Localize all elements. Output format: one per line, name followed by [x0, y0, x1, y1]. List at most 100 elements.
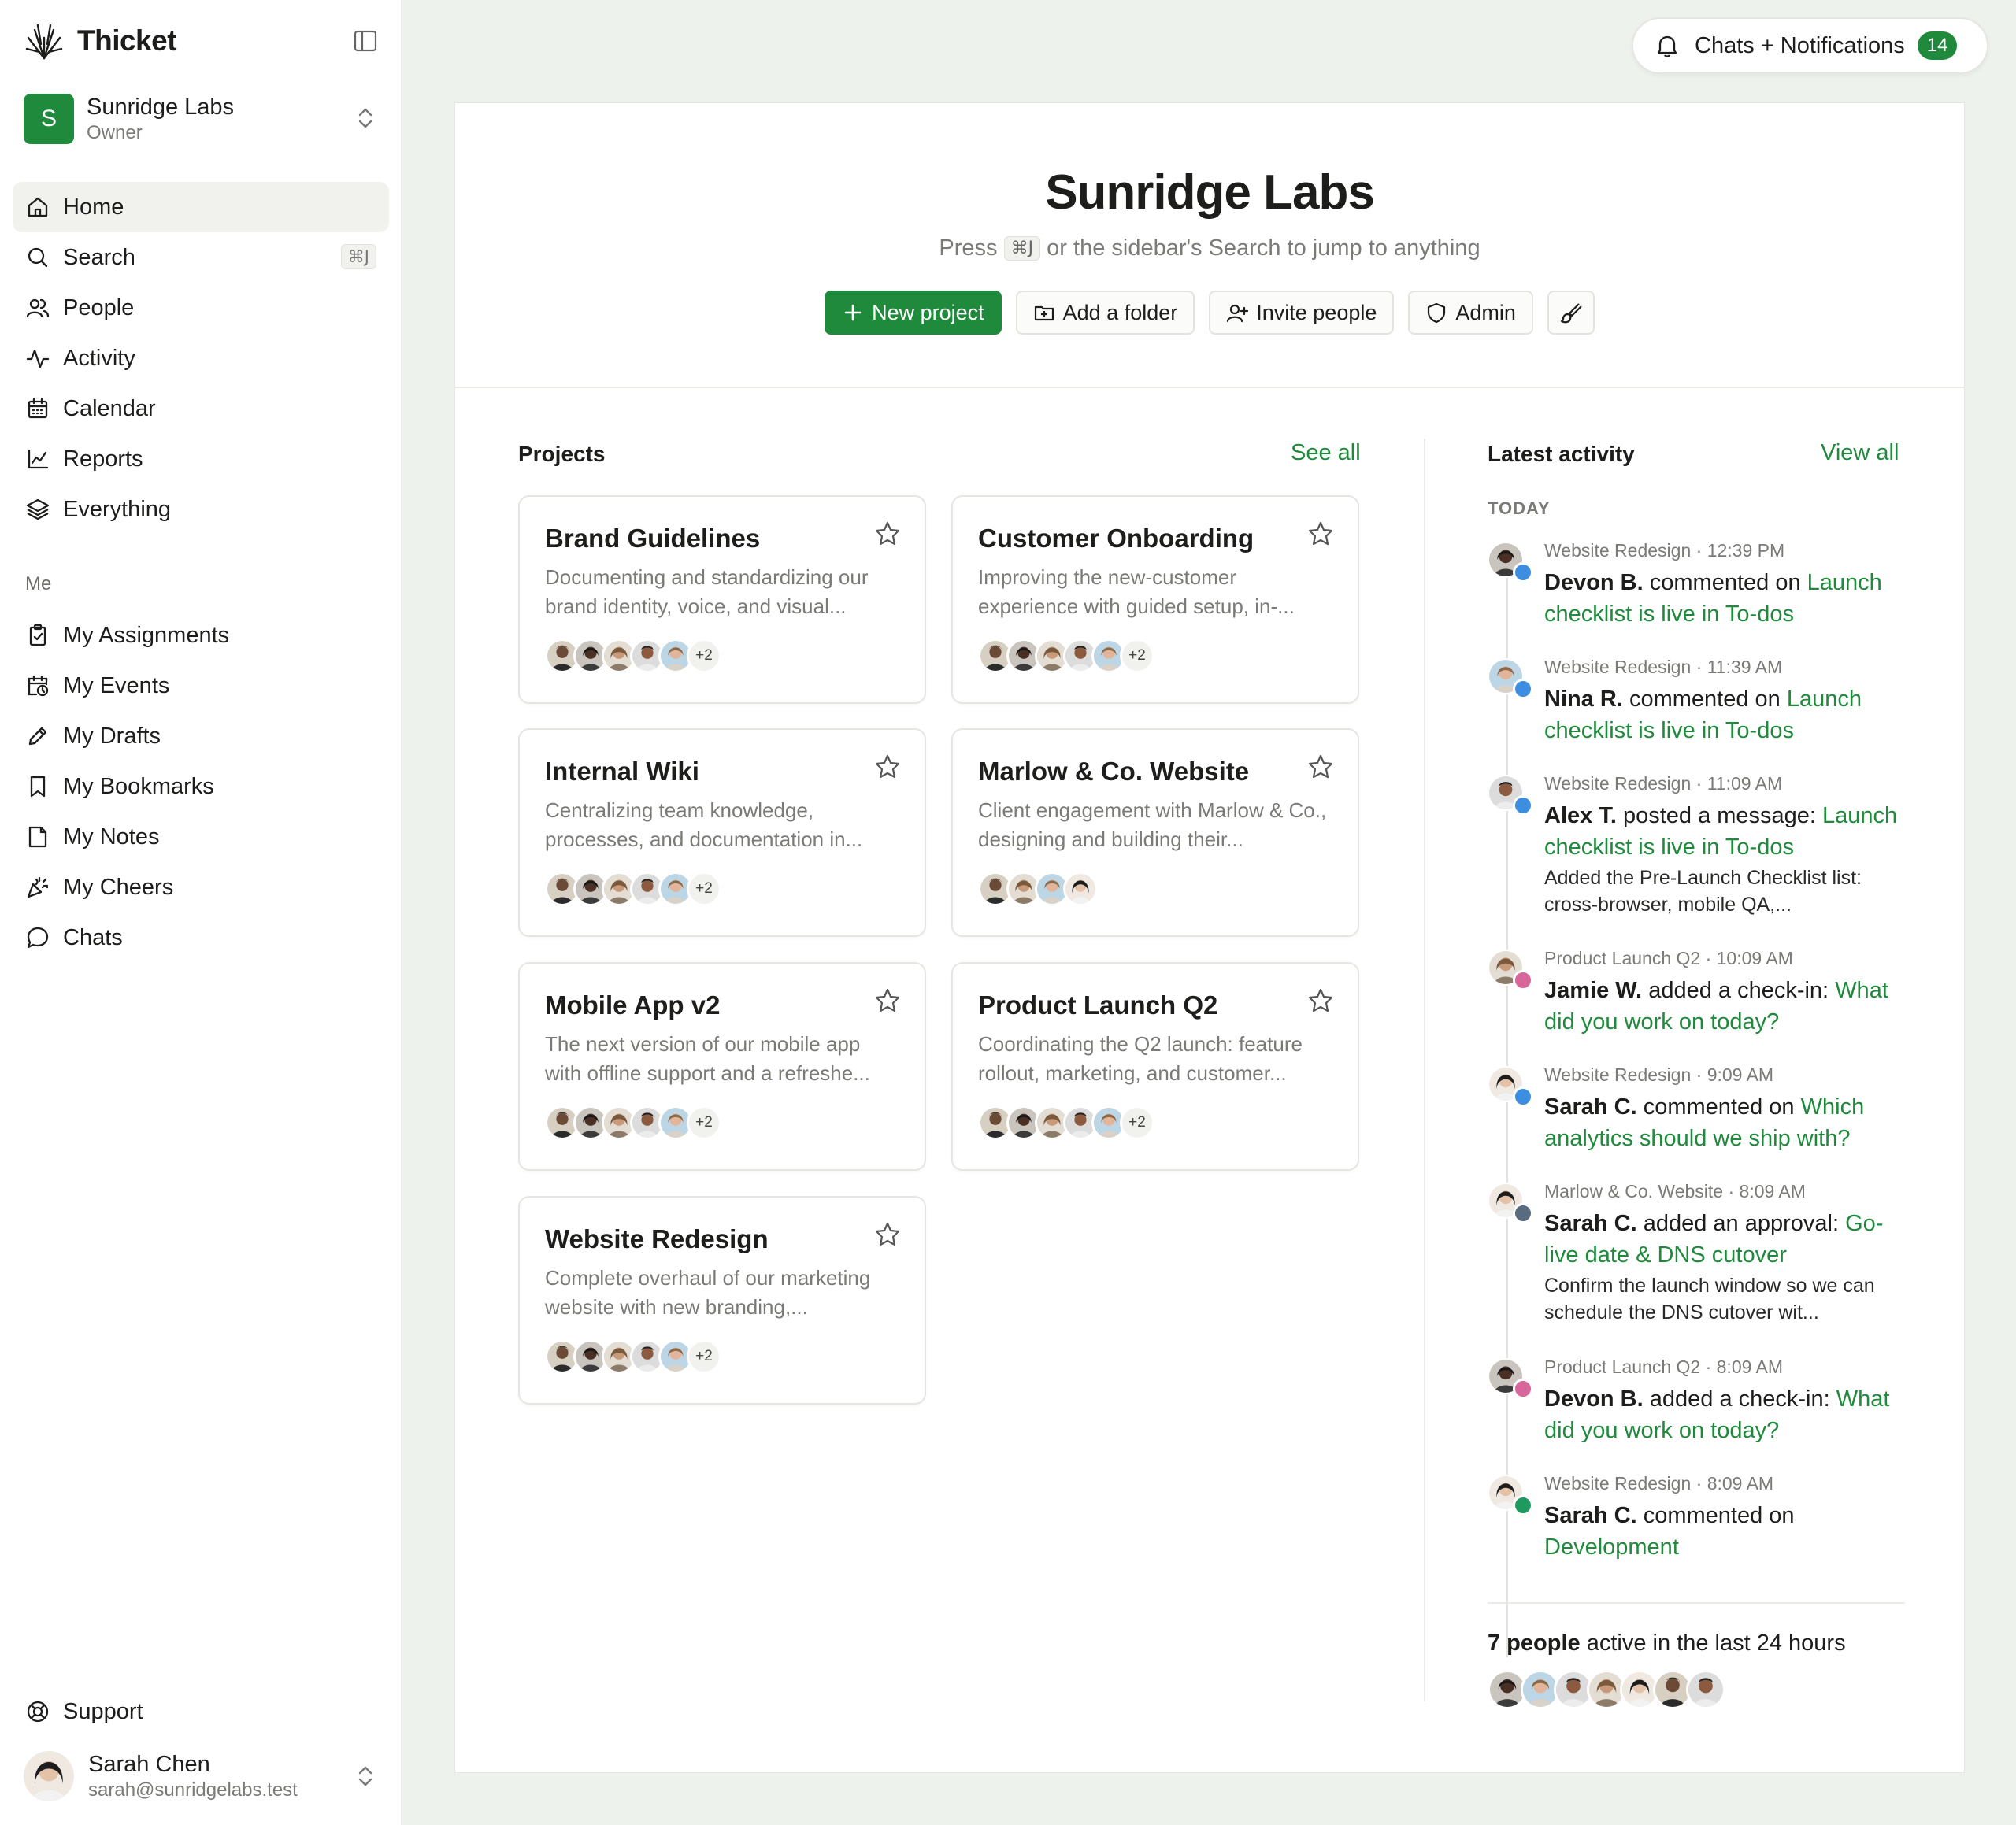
activity-project: Website Redesign: [1544, 1064, 1692, 1085]
checkin-badge-icon: [1513, 1379, 1533, 1399]
star-icon[interactable]: [874, 1221, 901, 1248]
activity-actor: Nina R.: [1544, 687, 1623, 712]
project-card-internal-wiki[interactable]: Internal Wiki Centralizing team knowledg…: [518, 728, 926, 937]
activity-actor: Jamie W.: [1544, 978, 1643, 1003]
add-folder-button[interactable]: Add a folder: [1015, 291, 1195, 335]
nav-search[interactable]: Search ⌘J: [13, 232, 389, 283]
activity-time: 11:09 AM: [1707, 773, 1783, 794]
activity-text: Alex T. posted a message: Launch checkli…: [1544, 800, 1914, 863]
activity-excerpt: Confirm the launch window so we can sche…: [1544, 1275, 1875, 1323]
activity-time: 11:39 AM: [1707, 657, 1783, 677]
calendar-clock-icon: [25, 673, 50, 698]
nav-support[interactable]: Support: [13, 1686, 389, 1737]
activity-target-link[interactable]: Development: [1544, 1534, 1679, 1560]
nav-label: My Drafts: [63, 723, 161, 749]
nav-activity[interactable]: Activity: [13, 333, 389, 383]
star-icon[interactable]: [874, 987, 901, 1014]
sidebar: Thicket S Sunridge Labs Owner Home Searc…: [0, 0, 402, 1825]
activity-title: Latest activity: [1488, 442, 1635, 466]
activity-text: Nina R. commented on Launch checklist is…: [1544, 683, 1914, 746]
nav-my-notes[interactable]: My Notes: [13, 812, 389, 862]
nav-reports[interactable]: Reports: [13, 434, 389, 484]
view-all-activity-link[interactable]: View all: [1821, 440, 1899, 466]
activity-time: 9:09 AM: [1707, 1064, 1774, 1085]
project-description: Client engagement with Marlow & Co., des…: [978, 798, 1327, 851]
star-icon[interactable]: [874, 753, 901, 780]
member-avatars: +2: [545, 872, 721, 906]
shortcut-badge: ⌘J: [1003, 236, 1041, 261]
member-avatars: [978, 872, 1098, 906]
bookmark-icon: [25, 774, 50, 799]
main-panel: Sunridge Labs Press ⌘J or the sidebar's …: [454, 102, 1965, 1773]
search-icon: [25, 245, 50, 270]
nav-label: People: [63, 294, 135, 320]
comment-badge-icon: [1513, 562, 1533, 583]
comment-badge-icon: [1513, 1086, 1533, 1107]
nav-my-assignments[interactable]: My Assignments: [13, 610, 389, 661]
customize-button[interactable]: [1547, 291, 1595, 335]
user-menu[interactable]: Sarah Chen sarah@sunridgelabs.test: [24, 1746, 380, 1806]
nav-label: Support: [63, 1698, 143, 1724]
chevron-up-down-icon: [351, 1762, 380, 1790]
star-icon[interactable]: [874, 520, 901, 547]
activity-project: Website Redesign: [1544, 540, 1692, 561]
activity-meta: Website Redesign · 11:09 AM: [1544, 773, 1783, 794]
activity-actor: Alex T.: [1544, 803, 1617, 828]
activity-actor: Sarah C.: [1544, 1211, 1637, 1236]
project-card-website-redesign[interactable]: Website Redesign Complete overhaul of ou…: [518, 1196, 926, 1405]
project-card-customer-onboarding[interactable]: Customer Onboarding Improving the new-cu…: [951, 495, 1359, 704]
activity-excerpt: Added the Pre-Launch Checklist list: cro…: [1544, 867, 1862, 916]
project-description: Coordinating the Q2 launch: feature roll…: [978, 1032, 1303, 1085]
nav-my-bookmarks[interactable]: My Bookmarks: [13, 761, 389, 812]
nav-everything[interactable]: Everything: [13, 484, 389, 535]
hero-actions: New project Add a folder Invite people A…: [455, 291, 1964, 335]
avatar[interactable]: [1686, 1670, 1725, 1709]
project-title: Customer Onboarding: [978, 524, 1254, 553]
new-project-button[interactable]: New project: [825, 291, 1002, 335]
activity-meta: Product Launch Q2 · 8:09 AM: [1544, 1357, 1784, 1377]
project-description: The next version of our mobile app with …: [545, 1032, 870, 1085]
user-plus-icon: [1227, 304, 1249, 323]
message-badge-icon: [1513, 795, 1533, 816]
member-avatars: +2: [978, 1105, 1154, 1140]
nav-people[interactable]: People: [13, 283, 389, 333]
org-switcher[interactable]: S Sunridge Labs Owner: [24, 91, 380, 146]
star-icon[interactable]: [1307, 753, 1334, 780]
nav-my-drafts[interactable]: My Drafts: [13, 711, 389, 761]
project-card-marlow-website[interactable]: Marlow & Co. Website Client engagement w…: [951, 728, 1359, 937]
project-card-product-launch-q2[interactable]: Product Launch Q2 Coordinating the Q2 la…: [951, 962, 1359, 1171]
party-icon: [25, 875, 50, 900]
admin-button[interactable]: Admin: [1408, 291, 1533, 335]
star-icon[interactable]: [1307, 520, 1334, 547]
brand[interactable]: Thicket: [24, 19, 177, 63]
activity-verb: commented on: [1643, 1503, 1795, 1528]
activity-text: Sarah C. added an approval: Go-live date…: [1544, 1208, 1914, 1271]
activity-project: Marlow & Co. Website: [1544, 1181, 1724, 1201]
activity-meta: Website Redesign · 12:39 PM: [1544, 540, 1785, 561]
more-members-badge: +2: [687, 872, 721, 906]
avatar: [24, 1751, 74, 1801]
activity-meta: Marlow & Co. Website · 8:09 AM: [1544, 1181, 1806, 1201]
me-section-label: Me: [25, 573, 52, 594]
hero-sub-suffix: or the sidebar's Search to jump to anyth…: [1047, 235, 1480, 261]
activity-text: Sarah C. commented on Development: [1544, 1500, 1914, 1563]
org-role: Owner: [87, 122, 143, 143]
member-avatars: +2: [545, 1105, 721, 1140]
star-icon[interactable]: [1307, 987, 1334, 1014]
nav-chats[interactable]: Chats: [13, 912, 389, 963]
clipboard-check-icon: [25, 623, 50, 648]
pencil-icon: [25, 724, 50, 749]
see-all-projects-link[interactable]: See all: [1291, 440, 1361, 466]
sidebar-toggle-icon[interactable]: [351, 27, 380, 55]
invite-people-button[interactable]: Invite people: [1209, 291, 1395, 335]
note-icon: [25, 824, 50, 850]
nav-home[interactable]: Home: [13, 182, 389, 232]
nav-my-cheers[interactable]: My Cheers: [13, 862, 389, 912]
project-card-brand-guidelines[interactable]: Brand Guidelines Documenting and standar…: [518, 495, 926, 704]
nav-calendar[interactable]: Calendar: [13, 383, 389, 434]
nav-my-events[interactable]: My Events: [13, 661, 389, 711]
user-name: Sarah Chen: [88, 1752, 210, 1777]
project-card-mobile-app-v2[interactable]: Mobile App v2 The next version of our mo…: [518, 962, 926, 1171]
notifications-button[interactable]: Chats + Notifications 14: [1632, 17, 1988, 74]
notifications-count-badge: 14: [1917, 31, 1958, 60]
